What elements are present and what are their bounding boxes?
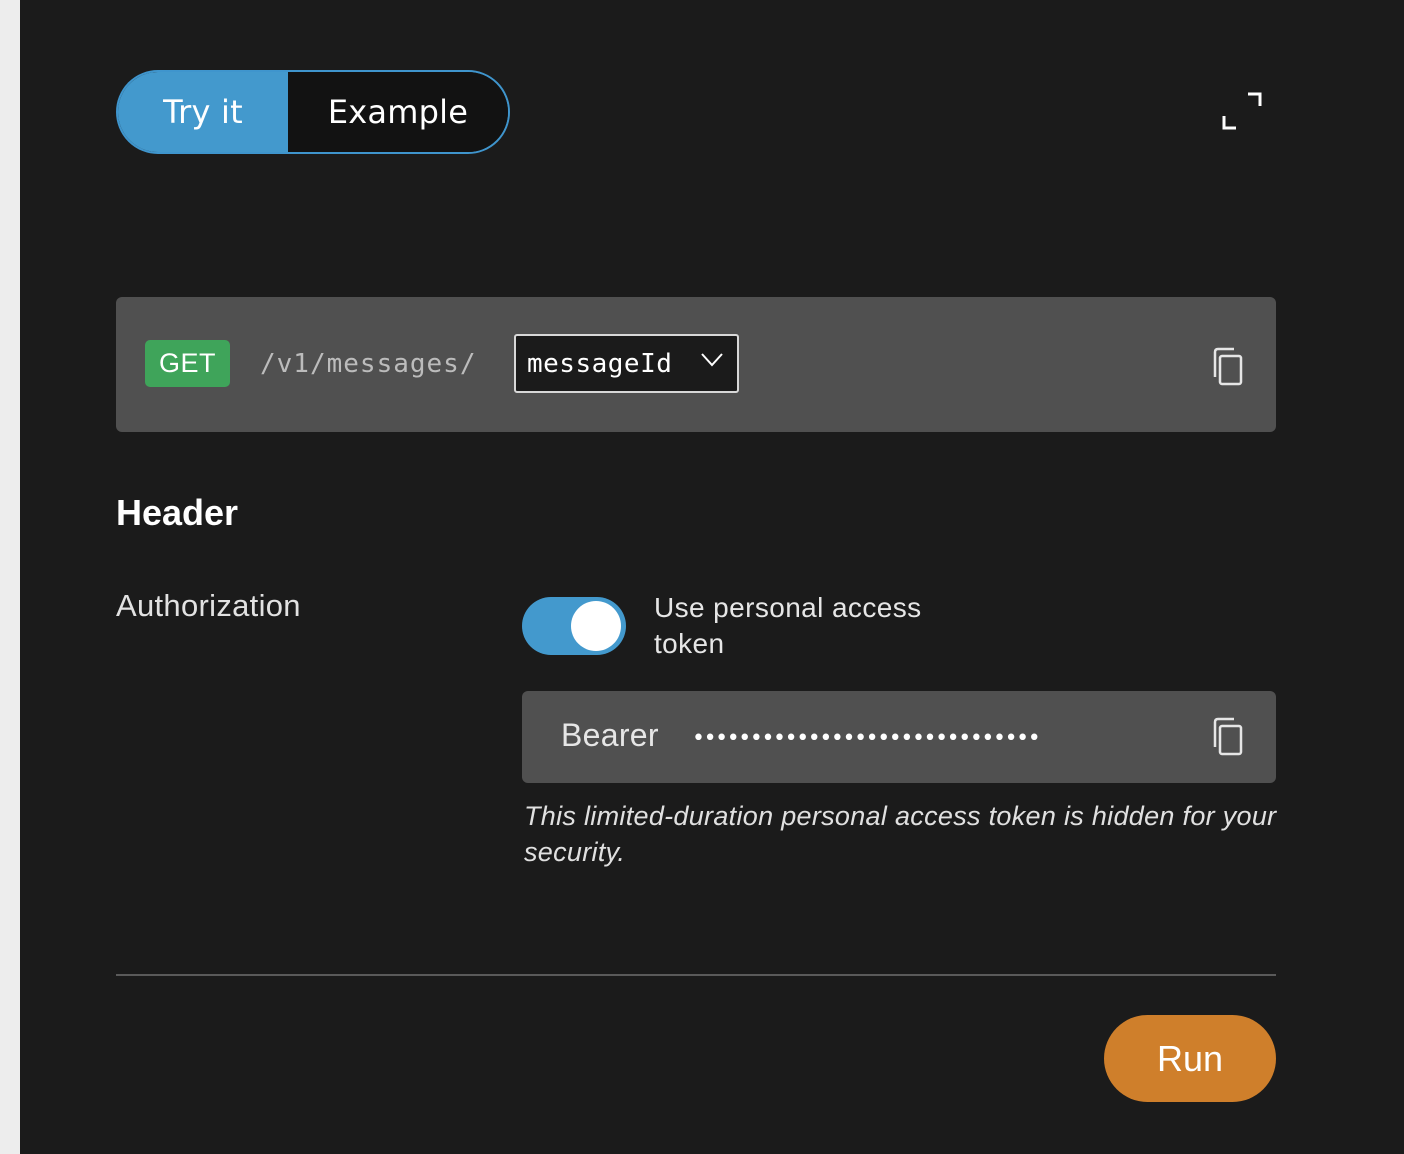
try-it-panel — [20, 0, 1404, 1154]
url-path: /v1/messages/ — [260, 349, 477, 379]
copy-token-icon[interactable] — [1212, 717, 1244, 757]
token-hint-text: This limited-duration personal access to… — [524, 801, 1277, 867]
header-section-title: Header — [116, 492, 239, 533]
expand-icon[interactable] — [1222, 92, 1262, 130]
divider — [116, 974, 1276, 976]
toggle-label: Use personal access token — [654, 592, 922, 659]
http-method-badge: GET — [145, 340, 230, 387]
request-url-bar: GET /v1/messages/ messageId — [116, 297, 1276, 432]
message-id-param-select[interactable]: messageId — [514, 334, 739, 393]
left-edge-strip — [0, 0, 20, 1154]
param-select-value: messageId — [527, 348, 673, 379]
toggle-knob — [571, 601, 621, 651]
chevron-down-icon — [701, 353, 723, 367]
tab-try-it[interactable]: Try it — [118, 72, 288, 152]
token-prefix: Bearer — [561, 717, 659, 753]
authorization-label: Authorization — [116, 588, 301, 623]
tab-switcher: Try it Example — [116, 70, 510, 154]
tab-example[interactable]: Example — [288, 72, 508, 152]
bearer-token-field[interactable]: Bearer •••••••••••••••••••••••••••••• — [522, 691, 1276, 783]
masked-token: •••••••••••••••••••••••••••••• — [692, 726, 1041, 751]
run-button[interactable]: Run — [1104, 1015, 1276, 1102]
copy-url-icon[interactable] — [1212, 347, 1244, 387]
personal-token-toggle[interactable] — [522, 597, 626, 655]
